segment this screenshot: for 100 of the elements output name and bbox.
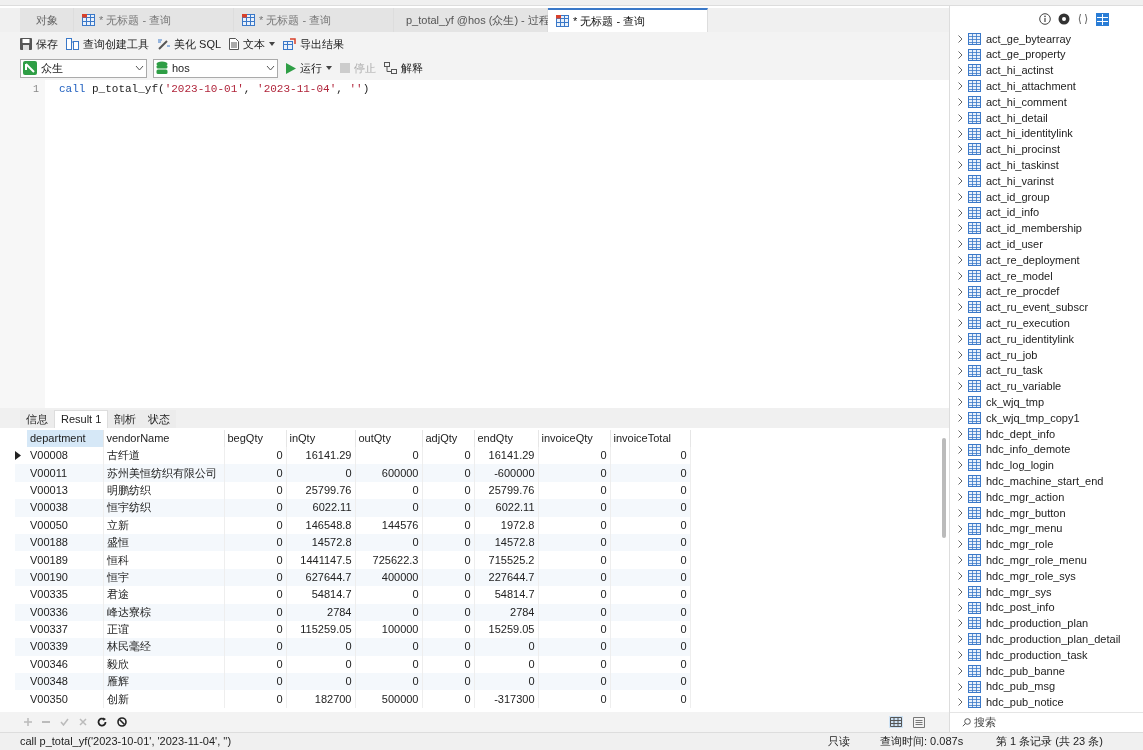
table-list-item[interactable]: act_hi_identitylink bbox=[986, 125, 1073, 142]
table-cell: -600000 bbox=[474, 464, 538, 482]
table-list-item[interactable]: hdc_pub_notice bbox=[986, 694, 1064, 711]
table-list-item[interactable]: hdc_mgr_menu bbox=[986, 520, 1063, 537]
toolbar-button[interactable]: 文本 bbox=[229, 34, 276, 54]
table-icon bbox=[968, 506, 981, 519]
column-header[interactable]: outQty bbox=[355, 430, 422, 447]
line-number: 1 bbox=[33, 83, 39, 94]
eye-icon[interactable] bbox=[1058, 13, 1070, 25]
table-list-item[interactable]: act_id_user bbox=[986, 236, 1043, 253]
table-list-item[interactable]: act_hi_procinst bbox=[986, 141, 1060, 158]
table-cell: -317300 bbox=[474, 690, 538, 708]
table-cell: V00038 bbox=[27, 499, 103, 517]
table-list-item[interactable]: ck_wjq_tmp_copy1 bbox=[986, 409, 1080, 427]
result-tab[interactable]: 状态 bbox=[142, 410, 177, 428]
toolbar-button[interactable]: 美化 SQL bbox=[157, 34, 222, 54]
database-select[interactable]: hos bbox=[153, 58, 278, 78]
export-icon bbox=[283, 38, 297, 50]
table-list-item[interactable]: act_re_deployment bbox=[986, 251, 1080, 269]
grid-view-icon[interactable] bbox=[889, 716, 903, 728]
toolbar-button[interactable]: 保存 bbox=[20, 34, 58, 54]
table-list-item[interactable]: hdc_mgr_action bbox=[986, 488, 1065, 506]
table-list-item[interactable]: act_ru_identitylink bbox=[986, 330, 1075, 348]
table-list-item[interactable]: hdc_post_info bbox=[986, 599, 1055, 616]
result-tab[interactable]: Result 1 bbox=[54, 410, 109, 428]
parentheses-icon[interactable] bbox=[1077, 13, 1089, 25]
table-list-item[interactable]: act_ge_property bbox=[986, 46, 1066, 63]
column-header[interactable]: invoiceQty bbox=[538, 430, 610, 447]
stop-square-icon bbox=[340, 63, 350, 73]
table-list-item[interactable]: act_id_group bbox=[986, 188, 1050, 206]
toolbar-button[interactable]: 查询创建工具 bbox=[66, 34, 149, 54]
table-list-item[interactable]: hdc_machine_start_end bbox=[986, 472, 1104, 490]
stop-icon[interactable] bbox=[117, 717, 127, 727]
table-list-item[interactable]: hdc_mgr_button bbox=[986, 504, 1066, 522]
table-list-item[interactable]: hdc_mgr_role bbox=[986, 536, 1054, 553]
column-header[interactable]: inQty bbox=[286, 430, 355, 447]
table-icon bbox=[968, 269, 981, 282]
search-field[interactable]: 搜索 bbox=[974, 714, 1124, 731]
table-list-item[interactable]: act_hi_comment bbox=[986, 93, 1067, 111]
table-list-item[interactable]: act_re_model bbox=[986, 267, 1053, 285]
connection-select[interactable]: 众生 bbox=[20, 58, 147, 78]
result-tab[interactable]: 剖析 bbox=[108, 410, 143, 428]
table-cell: 0 bbox=[422, 586, 474, 604]
table-list-item[interactable]: hdc_mgr_role_sys bbox=[986, 567, 1076, 585]
column-header[interactable]: vendorName bbox=[103, 430, 224, 447]
table-cell: 0 bbox=[224, 638, 286, 656]
tab[interactable]: * 无标题 - 查询 bbox=[74, 8, 234, 32]
tab[interactable]: 对象 bbox=[20, 8, 74, 32]
table-icon bbox=[968, 317, 981, 330]
table-icon bbox=[968, 285, 981, 298]
tab[interactable]: * 无标题 - 查询 bbox=[234, 8, 394, 32]
table-list-item[interactable]: act_hi_detail bbox=[986, 109, 1048, 127]
table-list-item[interactable]: hdc_mgr_sys bbox=[986, 583, 1052, 601]
info-icon[interactable] bbox=[1039, 13, 1051, 25]
column-header[interactable]: adjQty bbox=[422, 430, 474, 447]
table-list-item[interactable]: hdc_mgr_role_menu bbox=[986, 551, 1087, 569]
table-list-item[interactable]: act_ru_task bbox=[986, 362, 1043, 379]
table-layout-icon[interactable] bbox=[1096, 12, 1109, 26]
table-cell: 182700 bbox=[286, 690, 355, 708]
check-icon[interactable] bbox=[60, 718, 69, 726]
table-list-item[interactable]: act_id_info bbox=[986, 204, 1040, 221]
table-list-item[interactable]: hdc_dept_info bbox=[986, 425, 1056, 443]
table-list-item[interactable]: hdc_pub_banne bbox=[986, 662, 1065, 680]
table-list-item[interactable]: ck_wjq_tmp bbox=[986, 394, 1045, 411]
form-view-icon[interactable] bbox=[913, 716, 925, 728]
table-icon bbox=[968, 254, 981, 267]
table-list-item[interactable]: act_hi_actinst bbox=[986, 62, 1054, 79]
table-list-item[interactable]: hdc_info_demote bbox=[986, 441, 1071, 458]
refresh-icon[interactable] bbox=[97, 717, 107, 727]
column-header[interactable]: invoiceTotal bbox=[610, 430, 690, 447]
table-icon bbox=[968, 238, 981, 251]
table-cell: 0 bbox=[610, 551, 690, 569]
table-list-item[interactable]: hdc_log_login bbox=[986, 457, 1054, 474]
table-icon bbox=[968, 48, 981, 61]
table-list-item[interactable]: act_ru_job bbox=[986, 346, 1038, 364]
column-header[interactable]: department bbox=[27, 430, 103, 447]
table-list-item[interactable]: act_ru_event_subscr bbox=[986, 299, 1089, 316]
table-cell: 0 bbox=[610, 586, 690, 604]
table-cell: 0 bbox=[422, 638, 474, 656]
table-list-item[interactable]: act_hi_varinst bbox=[986, 172, 1054, 190]
table-icon bbox=[968, 491, 981, 503]
table-list-item[interactable]: act_id_membership bbox=[986, 220, 1082, 237]
table-list-item[interactable]: act_ru_execution bbox=[986, 315, 1070, 332]
table-list-item[interactable]: act_ru_variable bbox=[986, 378, 1062, 395]
toolbar-button[interactable]: 运行 bbox=[286, 59, 332, 77]
table-list-item[interactable]: act_ge_bytearray bbox=[986, 30, 1071, 48]
scrollbar-thumb[interactable] bbox=[942, 438, 946, 538]
column-header[interactable]: endQty bbox=[474, 430, 538, 447]
table-list-item[interactable]: hdc_pub_msg bbox=[986, 678, 1056, 695]
tab[interactable]: * 无标题 - 查询 bbox=[548, 8, 708, 32]
column-header[interactable]: begQty bbox=[224, 430, 286, 447]
toolbar-button[interactable]: 导出结果 bbox=[283, 34, 345, 54]
table-list-item[interactable]: act_hi_taskinst bbox=[986, 157, 1059, 174]
table-list-item[interactable]: hdc_production_plan bbox=[986, 615, 1089, 632]
table-list-item[interactable]: hdc_production_task bbox=[986, 646, 1088, 664]
table-list-item[interactable]: act_re_procdef bbox=[986, 283, 1060, 300]
table-list-item[interactable]: act_hi_attachment bbox=[986, 78, 1076, 95]
table-list-item[interactable]: hdc_production_plan_detail bbox=[986, 630, 1121, 648]
toolbar-button[interactable]: 解释 bbox=[384, 59, 423, 77]
result-tab[interactable]: 信息 bbox=[20, 410, 54, 428]
